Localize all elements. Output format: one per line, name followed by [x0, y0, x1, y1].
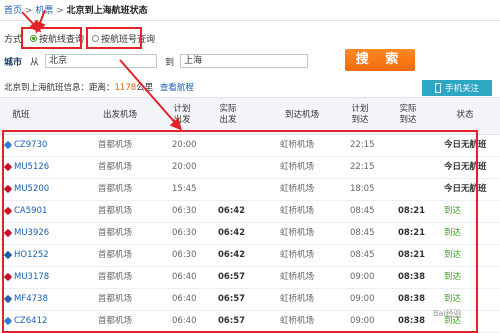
- annotation-arrows: [21, 9, 182, 131]
- watermark: Bai经验: [433, 309, 462, 318]
- annotation-arrow: [21, 11, 42, 33]
- annotation-arrow: [34, 9, 46, 34]
- annotation-arrow: [119, 59, 182, 131]
